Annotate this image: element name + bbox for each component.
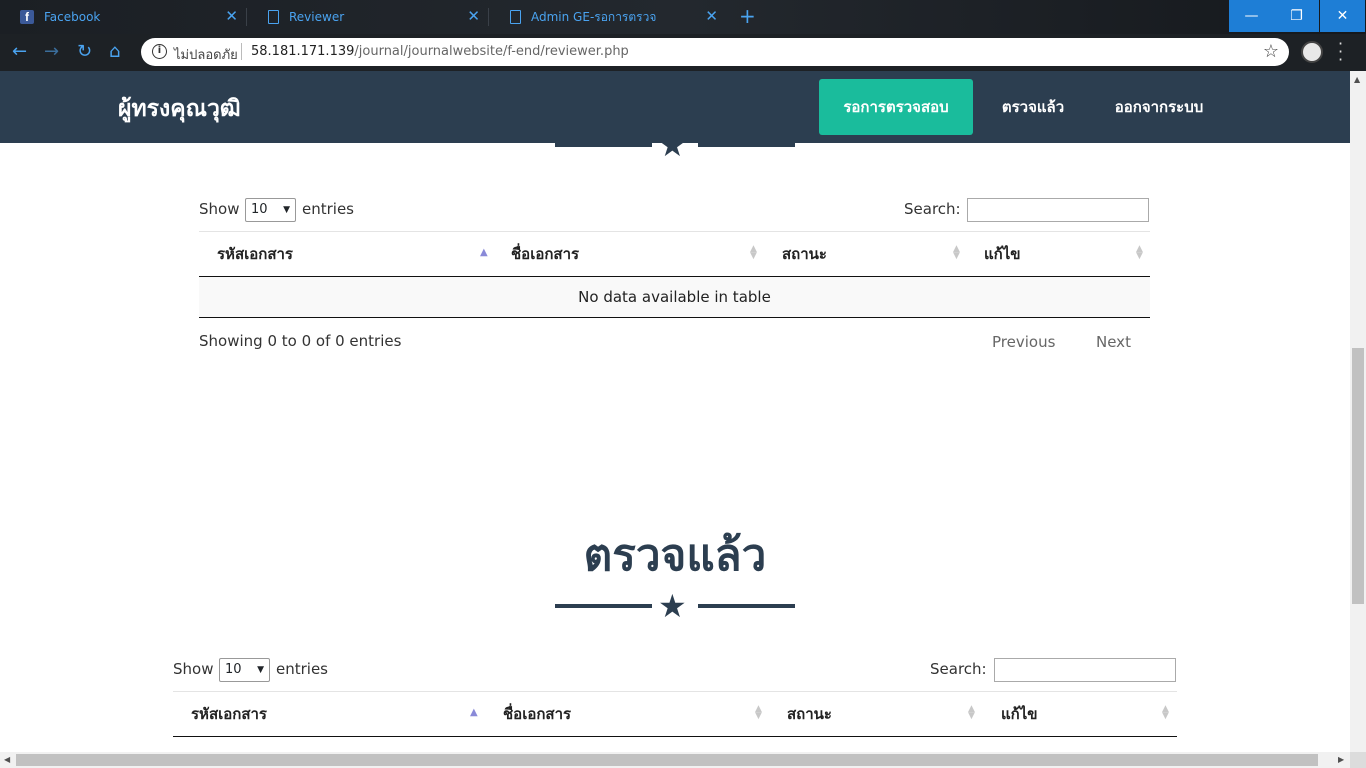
browser-tab-strip: f Facebook ✕ Reviewer ✕ Admin GE-รอการตร… <box>0 0 1366 34</box>
col-status[interactable]: สถานะ <box>787 692 832 737</box>
search-label: Search: <box>904 200 961 218</box>
col-doc-name[interactable]: ชื่อเอกสาร <box>511 232 579 277</box>
chevron-down-icon: ▼ <box>283 205 290 215</box>
sort-icon[interactable]: ▲ ▼ <box>1162 705 1169 721</box>
nav-logout[interactable]: ออกจากระบบ <box>1097 79 1221 135</box>
section-divider: ★ <box>555 589 795 625</box>
profile-avatar[interactable] <box>1301 41 1323 63</box>
minimize-button[interactable]: — <box>1229 0 1274 32</box>
sort-icon[interactable]: ▲ ▼ <box>953 245 960 261</box>
document-icon <box>510 10 521 24</box>
entries-label: entries <box>276 660 328 678</box>
chevron-down-icon: ▼ <box>257 665 264 675</box>
table-info: Showing 0 to 0 of 0 entries <box>199 332 402 350</box>
col-status[interactable]: สถานะ <box>782 232 827 277</box>
page-size-select[interactable]: 10 ▼ <box>219 658 270 682</box>
search-input[interactable] <box>994 658 1176 682</box>
tab-admin[interactable]: Admin GE-รอการตรวจ ✕ <box>488 0 726 34</box>
col-doc-id[interactable]: รหัสเอกสาร <box>217 232 293 277</box>
close-tab-icon[interactable]: ✕ <box>225 9 238 24</box>
forward-icon[interactable]: → <box>44 42 59 62</box>
tab-title: Admin GE-รอการตรวจ <box>531 9 657 24</box>
facebook-icon: f <box>20 10 34 24</box>
sort-asc-icon[interactable]: ▲ <box>480 247 488 258</box>
col-edit[interactable]: แก้ไข <box>1001 692 1038 737</box>
info-icon[interactable]: i <box>152 44 167 59</box>
scroll-right-icon[interactable]: ▶ <box>1338 755 1344 764</box>
vertical-scroll-thumb[interactable] <box>1352 348 1364 604</box>
scroll-up-icon[interactable]: ▲ <box>1354 75 1360 84</box>
url-text[interactable]: 58.181.171.139/journal/journalwebsite/f-… <box>251 44 629 59</box>
close-tab-icon[interactable]: ✕ <box>705 9 718 24</box>
search-input[interactable] <box>967 198 1149 222</box>
sort-icon[interactable]: ▲ ▼ <box>755 705 762 721</box>
address-bar[interactable]: i ไม่ปลอดภัย 58.181.171.139/journal/jour… <box>141 38 1289 66</box>
menu-icon[interactable]: · · · <box>1338 36 1343 68</box>
col-edit[interactable]: แก้ไข <box>984 232 1021 277</box>
star-icon: ★ <box>658 587 687 625</box>
scroll-left-icon[interactable]: ◀ <box>4 755 10 764</box>
nav-reviewed[interactable]: ตรวจแล้ว <box>985 79 1081 135</box>
vertical-scrollbar[interactable]: ▲ <box>1350 71 1366 752</box>
section-title-reviewed: ตรวจแล้ว <box>583 530 767 581</box>
site-brand[interactable]: ผู้ทรงคุณวุฒิ <box>118 91 241 127</box>
sort-icon[interactable]: ▲ ▼ <box>1136 245 1143 261</box>
tab-title: Reviewer <box>289 10 345 24</box>
reload-icon[interactable]: ↻ <box>77 42 92 62</box>
search-label: Search: <box>930 660 987 678</box>
sort-asc-icon[interactable]: ▲ <box>470 707 478 718</box>
nav-pending[interactable]: รอการตรวจสอบ <box>819 79 973 135</box>
col-doc-name[interactable]: ชื่อเอกสาร <box>503 692 571 737</box>
tab-facebook[interactable]: f Facebook ✕ <box>0 0 246 34</box>
sort-icon[interactable]: ▲ ▼ <box>750 245 757 261</box>
table-header: รหัสเอกสาร ▲ ชื่อเอกสาร ▲ ▼ สถานะ ▲ ▼ แก้ไ… <box>199 231 1150 277</box>
close-tab-icon[interactable]: ✕ <box>467 9 480 24</box>
tab-reviewer[interactable]: Reviewer ✕ <box>246 0 488 34</box>
entries-label: entries <box>302 200 354 218</box>
col-doc-id[interactable]: รหัสเอกสาร <box>191 692 267 737</box>
show-label: Show <box>173 660 214 678</box>
tab-title: Facebook <box>44 10 101 24</box>
show-label: Show <box>199 200 240 218</box>
new-tab-button[interactable]: + <box>739 6 756 26</box>
bookmark-star-icon[interactable]: ☆ <box>1263 41 1279 62</box>
insecure-label: ไม่ปลอดภัย <box>174 48 238 63</box>
next-button[interactable]: Next <box>1096 333 1131 351</box>
horizontal-scrollbar[interactable]: ◀ ▶ <box>0 752 1350 768</box>
horizontal-scroll-thumb[interactable] <box>16 754 1318 766</box>
sort-icon[interactable]: ▲ ▼ <box>968 705 975 721</box>
table-header: รหัสเอกสาร ▲ ชื่อเอกสาร ▲ ▼ สถานะ ▲ ▼ แก้ไ… <box>173 691 1177 737</box>
document-icon <box>268 10 279 24</box>
home-icon[interactable]: ⌂ <box>109 42 120 62</box>
page-size-select[interactable]: 10 ▼ <box>245 198 296 222</box>
previous-button[interactable]: Previous <box>992 333 1055 351</box>
back-icon[interactable]: ← <box>12 42 27 62</box>
restore-button[interactable]: ❐ <box>1274 0 1319 32</box>
empty-table-row: No data available in table <box>199 277 1150 318</box>
close-window-button[interactable]: ✕ <box>1320 0 1365 32</box>
